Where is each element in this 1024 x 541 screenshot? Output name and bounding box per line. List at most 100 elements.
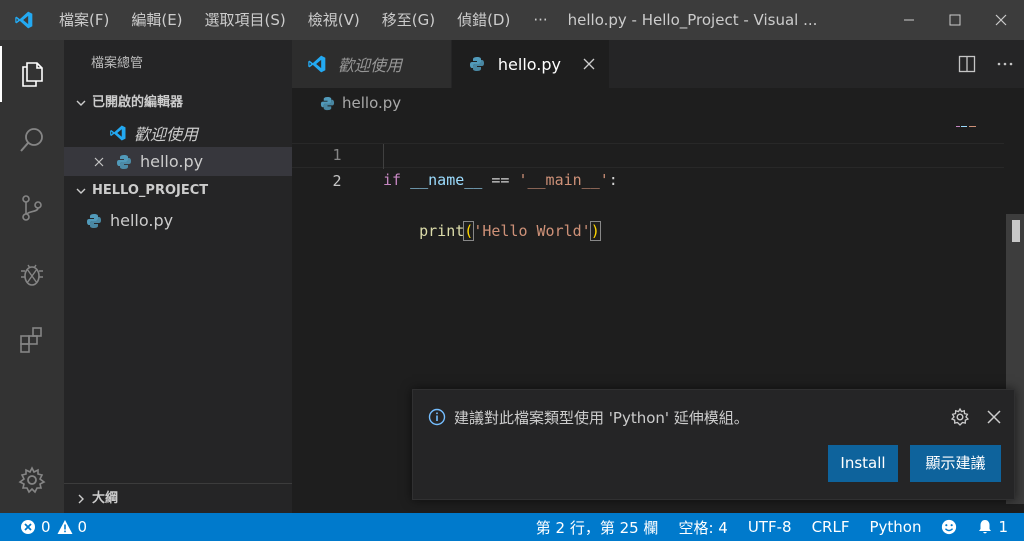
indentation[interactable]: 空格: 4 (668, 513, 737, 541)
split-editor-button[interactable] (948, 40, 986, 88)
line-number: 2 (332, 172, 342, 190)
line-text: print('Hello World') (383, 219, 601, 244)
tab-actions (948, 40, 1024, 88)
menu-debug[interactable]: 偵錯(D) (446, 0, 521, 40)
open-editor-item-hello[interactable]: hello.py (64, 147, 292, 176)
breadcrumb[interactable]: hello.py (292, 88, 1024, 118)
tab-label: hello.py (497, 54, 561, 74)
error-icon (20, 519, 36, 535)
function-token: print (419, 222, 465, 240)
install-button[interactable]: Install (828, 445, 898, 482)
close-window-button[interactable] (978, 0, 1024, 40)
file-item-hello[interactable]: hello.py (64, 206, 292, 235)
close-tab-icon[interactable] (583, 58, 595, 70)
feedback-button[interactable] (931, 513, 967, 541)
vscode-icon (306, 53, 328, 75)
file-label: hello.py (110, 211, 174, 230)
gear-icon (950, 407, 970, 426)
code-line: 1 if __name__ == '__main__': (292, 118, 1004, 189)
menu-go[interactable]: 移至(G) (371, 0, 446, 40)
python-icon (84, 211, 104, 231)
close-icon (987, 410, 1001, 424)
close-icon[interactable] (90, 157, 108, 167)
colon-token: : (608, 171, 618, 189)
notification-count: 1 (998, 518, 1008, 536)
project-label: HELLO_PROJECT (92, 183, 209, 198)
notification-close-button[interactable] (984, 407, 1004, 427)
chevron-down-icon (72, 185, 90, 197)
operator-token: == (491, 171, 510, 189)
maximize-button[interactable] (932, 0, 978, 40)
open-editor-label: hello.py (140, 152, 204, 171)
bracket-token: ( (463, 221, 475, 241)
minimize-icon (904, 19, 914, 21)
split-editor-icon (958, 55, 976, 73)
menu-bar: 檔案(F) 編輯(E) 選取項目(S) 檢視(V) 移至(G) 偵錯(D) ··… (48, 0, 560, 40)
extensions-button[interactable] (0, 312, 64, 368)
open-editors-header[interactable]: 已開啟的編輯器 (64, 88, 292, 118)
tab-bar: 歡迎使用 hello.py (292, 40, 1024, 88)
debug-button[interactable] (0, 246, 64, 302)
encoding[interactable]: UTF-8 (738, 513, 802, 541)
info-icon (428, 408, 446, 426)
project-header[interactable]: HELLO_PROJECT (64, 176, 292, 206)
warning-icon (57, 519, 73, 535)
bell-icon (977, 519, 993, 535)
menu-edit[interactable]: 編輯(E) (120, 0, 193, 40)
open-editor-item-welcome[interactable]: 歡迎使用 (64, 118, 292, 147)
status-problems[interactable]: 0 0 (0, 518, 87, 536)
variable-token: __name__ (410, 171, 483, 189)
tab-hello[interactable]: hello.py (452, 40, 610, 88)
extension-recommendation-toast: 建議對此檔案類型使用 'Python' 延伸模組。 Install 顯示建議 (412, 389, 1015, 500)
cursor-position[interactable]: 第 2 行，第 25 欄 (526, 513, 669, 541)
vscode-icon (108, 123, 128, 143)
vscode-logo-icon (0, 0, 48, 40)
open-editors-label: 已開啟的編輯器 (92, 95, 184, 110)
line-text: if __name__ == '__main__': (383, 168, 618, 193)
language-mode[interactable]: Python (859, 513, 931, 541)
code-line-current: 2 print('Hello World') (292, 143, 1004, 241)
menu-file[interactable]: 檔案(F) (48, 0, 120, 40)
menu-view[interactable]: 檢視(V) (297, 0, 371, 40)
tab-label: 歡迎使用 (338, 56, 403, 75)
debug-icon (21, 264, 43, 286)
smiley-icon (941, 519, 957, 535)
show-recommendations-button[interactable]: 顯示建議 (910, 445, 1001, 482)
notification-settings-button[interactable] (950, 407, 970, 427)
close-icon (995, 14, 1007, 26)
menu-selection[interactable]: 選取項目(S) (194, 0, 297, 40)
settings-button[interactable] (0, 452, 64, 508)
code-editor[interactable]: 1 if __name__ == '__main__': 2 print('He… (292, 118, 1004, 241)
menu-more-button[interactable]: ··· (521, 0, 559, 40)
window-controls (886, 0, 1024, 40)
outline-header[interactable]: 大綱 (64, 484, 292, 514)
title-bar: 檔案(F) 編輯(E) 選取項目(S) 檢視(V) 移至(G) 偵錯(D) ··… (0, 0, 1024, 40)
extensions-icon (20, 327, 42, 353)
open-editor-label: 歡迎使用 (134, 124, 199, 144)
window-title: hello.py - Hello_Project - Visual ... (567, 11, 818, 29)
minimap[interactable] (956, 118, 978, 127)
explorer-button[interactable] (0, 46, 64, 102)
search-button[interactable] (0, 112, 64, 168)
more-actions-button[interactable] (986, 40, 1024, 88)
source-control-button[interactable] (0, 180, 64, 236)
warning-count: 0 (77, 518, 88, 536)
end-of-line[interactable]: CRLF (802, 513, 860, 541)
status-right: 第 2 行，第 25 欄 空格: 4 UTF-8 CRLF Python 1 (526, 513, 1024, 541)
cursor-ruler-mark (1012, 220, 1020, 242)
tab-welcome[interactable]: 歡迎使用 (292, 40, 452, 88)
status-bar: 0 0 第 2 行，第 25 欄 空格: 4 UTF-8 CRLF Python… (0, 513, 1024, 541)
outline-label: 大綱 (92, 491, 119, 506)
indent-guide (383, 144, 384, 169)
minimize-button[interactable] (886, 0, 932, 40)
string-token: '__main__' (518, 171, 609, 189)
python-icon (318, 94, 336, 112)
notifications-button[interactable]: 1 (967, 513, 1018, 541)
gear-icon (18, 466, 46, 494)
string-token: 'Hello World' (473, 222, 591, 240)
ellipsis-icon (997, 62, 1013, 66)
outline-section[interactable]: 大綱 (64, 483, 292, 513)
notification-message: 建議對此檔案類型使用 'Python' 延伸模組。 (454, 409, 749, 427)
source-control-icon (22, 195, 42, 221)
sidebar-title: 檔案總管 (91, 56, 144, 71)
